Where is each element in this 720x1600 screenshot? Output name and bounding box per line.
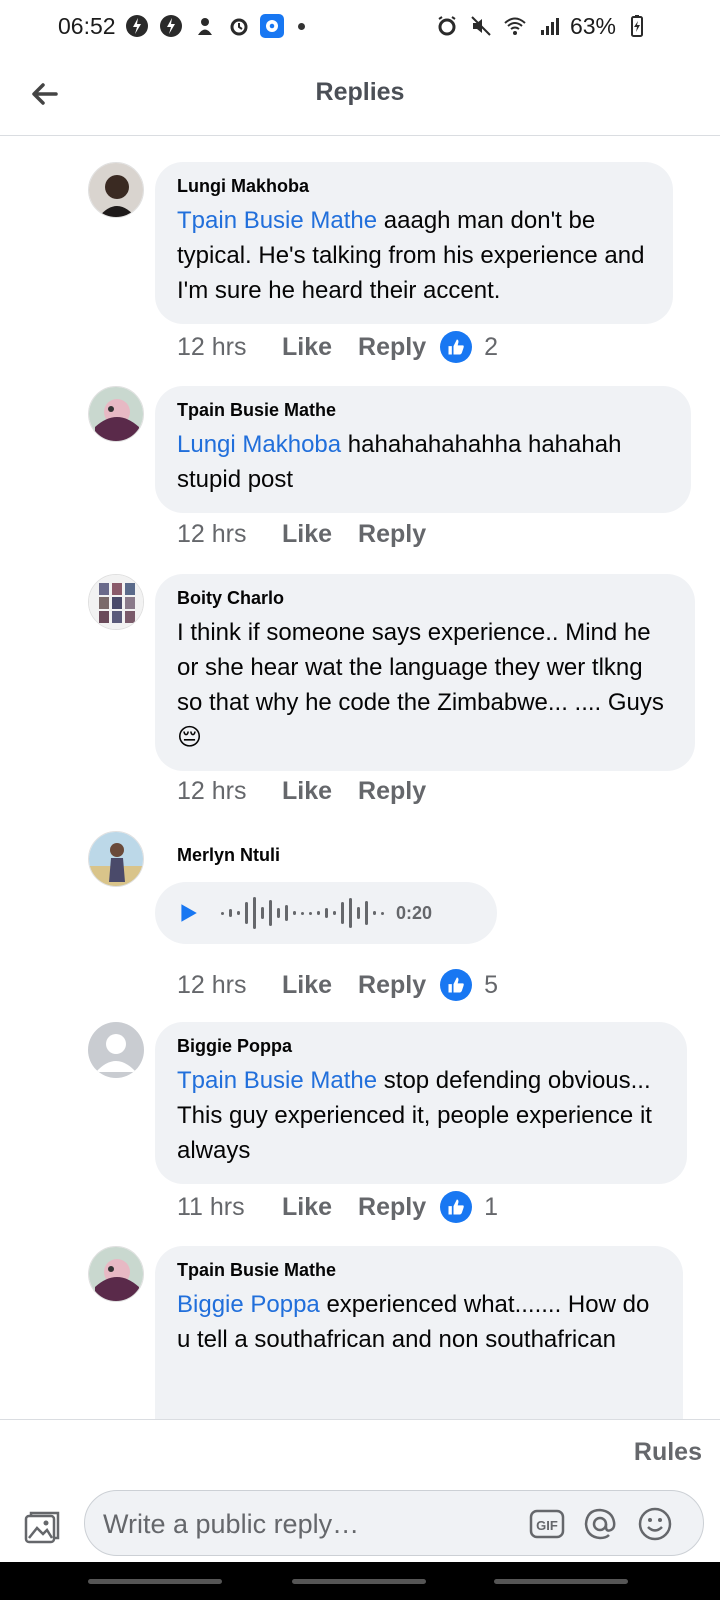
nav-recent-apps[interactable] [88, 1579, 222, 1584]
nav-home[interactable] [292, 1579, 426, 1584]
status-time: 06:52 [58, 12, 116, 39]
reply-button[interactable]: Reply [358, 333, 426, 362]
comment-actions: 12 hrs Like Reply [177, 520, 440, 549]
avatar[interactable] [88, 574, 144, 630]
status-right: 63% [434, 13, 650, 40]
comment-author[interactable]: Lungi Makhoba [177, 176, 651, 197]
facebook-notification-icon [259, 14, 284, 38]
photo-icon [24, 1511, 60, 1544]
author-row: Merlyn Ntuli [155, 831, 302, 872]
reply-placeholder: Write a public reply… [103, 1509, 360, 1539]
like-button[interactable]: Like [282, 777, 332, 806]
messenger-notification-icon [124, 13, 150, 39]
like-reaction-icon[interactable] [440, 331, 473, 363]
more-notifications-dot [297, 22, 305, 30]
reply-input[interactable]: Write a public reply… GIF [84, 1490, 704, 1556]
reply-button[interactable]: Reply [358, 520, 426, 549]
comment-time: 12 hrs [177, 332, 247, 361]
mention-link[interactable]: Lungi Makhoba [177, 431, 341, 458]
messenger-notification-icon [158, 13, 184, 39]
like-reaction-icon[interactable] [440, 1191, 473, 1223]
like-button[interactable]: Like [282, 1193, 332, 1222]
signal-icon [536, 13, 562, 39]
play-icon[interactable] [177, 902, 199, 924]
comment-bubble[interactable]: Tpain Busie Mathe Lungi Makhoba hahahaha… [155, 386, 691, 513]
gif-button[interactable]: GIF [529, 1506, 565, 1542]
comment-time: 12 hrs [177, 520, 247, 548]
comment-bubble[interactable]: Tpain Busie Mathe Biggie Poppa experienc… [155, 1246, 683, 1419]
comment-author[interactable]: Tpain Busie Mathe [177, 400, 669, 421]
mention-link[interactable]: Tpain Busie Mathe [177, 207, 377, 234]
reaction-count[interactable]: 1 [484, 1193, 498, 1222]
comment-text: Tpain Busie Mathe aaagh man don't be typ… [177, 207, 645, 304]
comment-actions: 12 hrs Like Reply 2 [177, 331, 498, 363]
rules-link[interactable]: Rules [634, 1438, 702, 1467]
comment-bubble[interactable]: Biggie Poppa Tpain Busie Mathe stop defe… [155, 1022, 687, 1184]
reply-button[interactable]: Reply [358, 777, 426, 806]
comment-time: 11 hrs [177, 1192, 245, 1221]
reply-button[interactable]: Reply [358, 1193, 426, 1222]
reaction-count[interactable]: 5 [484, 971, 498, 1000]
like-button[interactable]: Like [282, 333, 332, 362]
avatar[interactable] [88, 831, 144, 887]
comment-text: Tpain Busie Mathe stop defending obvious… [177, 1067, 652, 1164]
app-notification-icon [192, 13, 218, 39]
voice-message[interactable]: 0:20 [155, 882, 497, 944]
comment-actions: 11 hrs Like Reply 1 [177, 1191, 498, 1223]
comment-text: I think if someone says experience.. Min… [177, 619, 664, 751]
avatar[interactable] [88, 386, 144, 442]
status-bar: 06:52 63% [0, 0, 720, 52]
reaction-count[interactable]: 2 [484, 333, 498, 362]
emoji-button[interactable] [637, 1506, 673, 1542]
mute-icon [468, 13, 494, 39]
mention-link[interactable]: Biggie Poppa [177, 1291, 320, 1318]
photo-button[interactable] [20, 1506, 64, 1550]
header: Replies [0, 52, 720, 136]
comment-time: 12 hrs [177, 970, 247, 999]
avatar[interactable] [88, 1246, 144, 1302]
nav-back[interactable] [494, 1579, 628, 1584]
like-reaction-icon[interactable] [440, 969, 473, 1001]
svg-text:GIF: GIF [536, 1518, 558, 1533]
battery-percent: 63% [569, 12, 616, 39]
comment-text: Lungi Makhoba hahahahahahha hahahah stup… [177, 431, 622, 493]
avatar[interactable] [88, 1022, 144, 1078]
avatar[interactable] [88, 162, 144, 218]
mention-button[interactable] [582, 1506, 618, 1542]
system-nav-bar [0, 1562, 720, 1600]
status-left: 06:52 [58, 13, 305, 40]
comment-actions: 12 hrs Like Reply 5 [177, 969, 498, 1001]
reply-composer: Rules Write a public reply… GIF [0, 1419, 720, 1562]
comment-text: Biggie Poppa experienced what....... How… [177, 1291, 650, 1353]
replies-list[interactable]: Lungi Makhoba Tpain Busie Mathe aaagh ma… [0, 137, 720, 1419]
like-button[interactable]: Like [282, 520, 332, 549]
page-title: Replies [315, 78, 405, 106]
comment-author[interactable]: Boity Charlo [177, 588, 673, 609]
at-icon [584, 1508, 616, 1540]
audio-waveform [221, 897, 384, 929]
gif-icon: GIF [529, 1509, 565, 1539]
comment-bubble[interactable]: Boity Charlo I think if someone says exp… [155, 574, 695, 771]
alarm-icon [226, 13, 252, 39]
battery-charging-icon [624, 13, 650, 39]
comment-author[interactable]: Tpain Busie Mathe [177, 1260, 661, 1281]
comment-author[interactable]: Merlyn Ntuli [177, 845, 280, 866]
like-button[interactable]: Like [282, 971, 332, 1000]
wifi-icon [502, 13, 528, 39]
alarm-icon [434, 13, 460, 39]
comment-author[interactable]: Biggie Poppa [177, 1036, 665, 1057]
comment-bubble[interactable]: Lungi Makhoba Tpain Busie Mathe aaagh ma… [155, 162, 673, 324]
mention-link[interactable]: Tpain Busie Mathe [177, 1067, 377, 1094]
reply-button[interactable]: Reply [358, 971, 426, 1000]
comment-actions: 12 hrs Like Reply [177, 777, 440, 806]
comment-time: 12 hrs [177, 777, 247, 805]
smiley-icon [638, 1507, 672, 1541]
voice-duration: 0:20 [396, 902, 433, 923]
